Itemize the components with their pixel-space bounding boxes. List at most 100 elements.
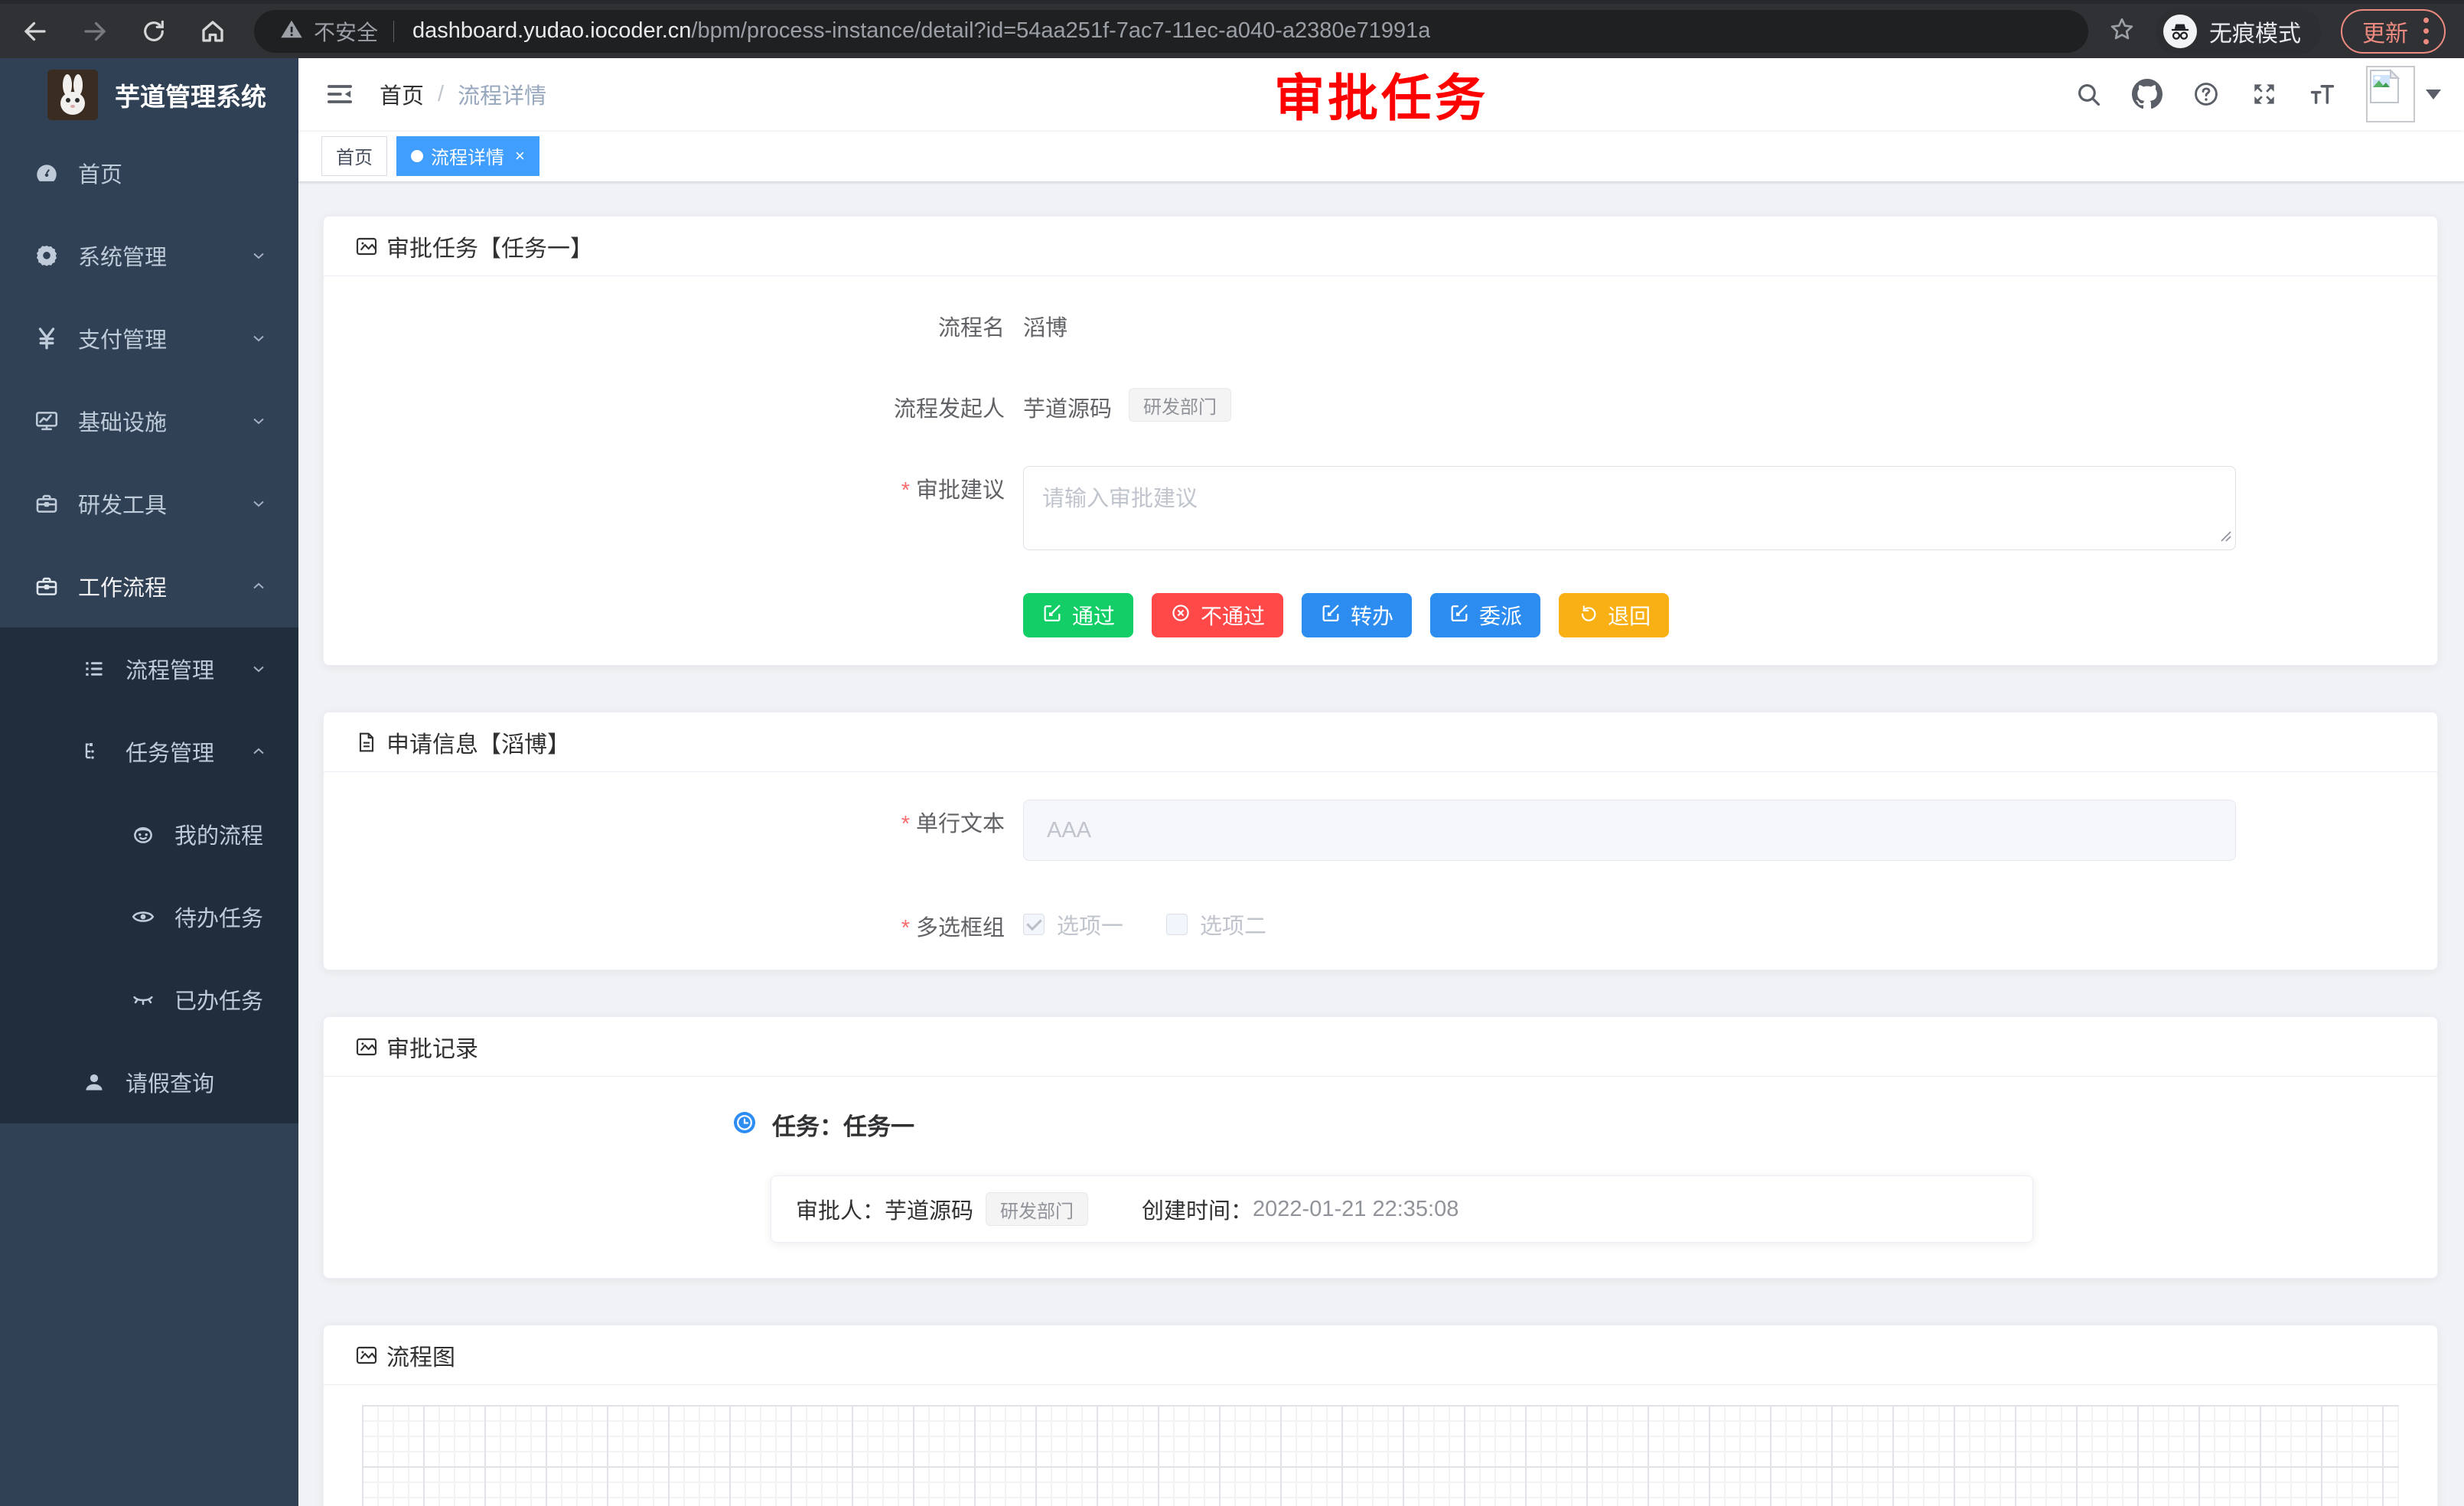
breadcrumb: 首页 / 流程详情 [380,78,546,110]
card-title: 申请信息【滔博】 [386,725,570,759]
sidebar-item-task-mgmt[interactable]: 任务管理 [0,710,298,793]
card-title: 审批记录 [386,1030,478,1064]
avatar [2366,66,2415,122]
checkbox-option-2[interactable]: 选项二 [1166,908,1266,940]
close-icon[interactable]: × [515,148,525,165]
sidebar-item-payment[interactable]: 支付管理 [0,297,298,380]
form-row-text: *单行文本 [354,800,2407,861]
dashboard-icon [32,160,61,186]
sidebar-item-leave-query[interactable]: 请假查询 [0,1041,298,1123]
created-label: 创建时间： [1142,1193,1253,1225]
delegate-button[interactable]: 委派 [1430,593,1540,637]
search-icon[interactable] [2074,80,2103,109]
github-icon[interactable] [2132,79,2163,109]
initiator-value: 芋道源码 研发部门 [1023,385,1231,423]
eye-closed-icon [129,986,158,1012]
tab-process-detail[interactable]: 流程详情× [396,136,539,176]
back-icon[interactable] [21,18,49,45]
checkbox-group: 选项一 选项二 [1023,904,1266,942]
tab-home[interactable]: 首页 [321,136,387,176]
approver-label: 审批人： [796,1193,885,1225]
picture-icon [354,1343,379,1367]
edit-icon [1041,602,1063,629]
process-name-value: 滔博 [1023,304,1067,342]
checkbox-checked-icon [1023,914,1045,935]
record-detail-card: 审批人： 芋道源码 研发部门 创建时间： 2022-01-21 22:35:08 [771,1175,2033,1243]
list-tree-icon [80,657,109,681]
app-header: 首页 / 流程详情 审批任务 [298,58,2464,130]
yen-icon [32,325,61,351]
org-tree-icon [80,739,109,764]
clock-icon [732,1110,757,1139]
app-logo [47,70,98,120]
monitor-chart-icon [32,408,61,434]
sidebar-item-process-mgmt[interactable]: 流程管理 [0,628,298,710]
fullscreen-icon[interactable] [2250,80,2279,109]
sidebar-item-devtools[interactable]: 研发工具 [0,462,298,545]
form-row-suggestion: *审批建议 请输入审批建议 [354,466,2407,550]
app-logo-row[interactable]: 芋道管理系统 [0,58,298,132]
url-text: dashboard.yudao.iocoder.cn/bpm/process-i… [412,18,1430,44]
field-label: 流程发起人 [354,385,1005,423]
page: 不安全 dashboard.yudao.iocoder.cn/bpm/proce… [0,0,2464,1506]
reload-icon[interactable] [141,18,167,44]
active-dot [411,150,423,162]
sidebar-item-system[interactable]: 系统管理 [0,214,298,297]
apply-info-card: 申请信息【滔博】 *单行文本 *多选框组 选项一 选项二 [323,712,2438,970]
help-icon[interactable] [2192,80,2221,109]
sidebar-item-workflow[interactable]: 工作流程 [0,545,298,628]
single-line-text-input[interactable] [1023,800,2236,861]
briefcase-icon [32,573,61,599]
bpmn-diagram-canvas[interactable] [362,1405,2399,1506]
update-label: 更新 [2362,15,2408,48]
sidebar-item-infra[interactable]: 基础设施 [0,380,298,462]
sidebar-item-home[interactable]: 首页 [0,132,298,214]
field-label: 流程名 [354,304,1005,342]
user-menu[interactable] [2366,66,2441,122]
sidebar-item-todo-tasks[interactable]: 待办任务 [0,875,298,958]
home-icon[interactable] [199,18,227,45]
sidebar-menu: 首页 系统管理 支付管理 基础设施 [0,132,298,1506]
card-header: 审批任务【任务一】 [324,217,2437,276]
circle-close-icon [1170,602,1191,629]
sidebar-item-done-tasks[interactable]: 已办任务 [0,958,298,1041]
return-button[interactable]: 退回 [1559,593,1669,637]
gear-icon [32,243,61,269]
card-header: 申请信息【滔博】 [324,712,2437,772]
card-header: 审批记录 [324,1017,2437,1077]
reject-button[interactable]: 不通过 [1152,593,1283,637]
incognito-icon [2163,15,2197,48]
field-label: *单行文本 [354,800,1005,861]
approval-record-card: 审批记录 任务：任务一 审批人： 芋道源码 研发部门 创建时间： [323,1016,2438,1279]
action-buttons: 通过 不通过 转办 委 [1023,593,2407,637]
warning-icon [280,18,303,44]
forward-icon[interactable] [81,18,109,45]
browser-menu-icon[interactable] [2423,18,2429,44]
created-value: 2022-01-21 22:35:08 [1253,1197,1459,1222]
incognito-badge: 无痕模式 [2156,8,2321,54]
bookmark-star-icon[interactable] [2108,15,2136,47]
approver-value: 芋道源码 [885,1193,973,1225]
sidebar-item-my-process[interactable]: 我的流程 [0,793,298,875]
font-size-icon[interactable] [2308,80,2337,109]
breadcrumb-home[interactable]: 首页 [380,78,424,110]
hamburger-icon[interactable] [324,79,355,109]
approve-button[interactable]: 通过 [1023,593,1133,637]
card-title: 审批任务【任务一】 [386,230,593,263]
checkbox-unchecked-icon [1166,914,1188,935]
breadcrumb-current: 流程详情 [458,78,546,110]
security-label[interactable]: 不安全 [314,16,378,47]
resize-handle-icon[interactable] [2218,529,2232,546]
approval-task-card: 审批任务【任务一】 流程名 滔博 流程发起人 芋道源码 研发部门 [323,216,2438,666]
card-header: 流程图 [324,1325,2437,1385]
update-button[interactable]: 更新 [2341,9,2446,54]
checkbox-option-1[interactable]: 选项一 [1023,908,1123,940]
picture-icon [354,1035,379,1059]
required-asterisk: * [901,916,910,940]
suggestion-textarea[interactable]: 请输入审批建议 [1023,466,2236,550]
field-label: *审批建议 [354,466,1005,550]
breadcrumb-separator: / [438,82,444,107]
url-bar[interactable]: 不安全 dashboard.yudao.iocoder.cn/bpm/proce… [254,10,2088,53]
toolbox-icon [32,491,61,517]
transfer-button[interactable]: 转办 [1302,593,1412,637]
